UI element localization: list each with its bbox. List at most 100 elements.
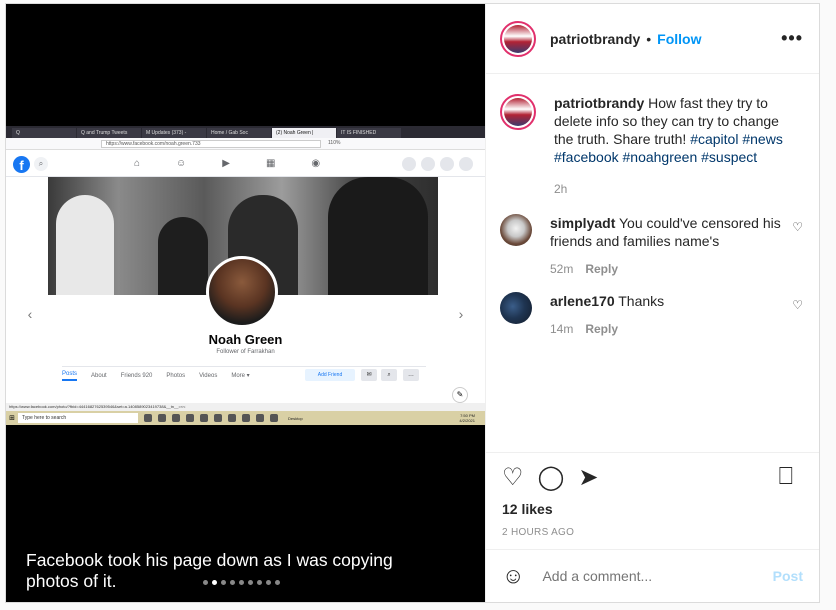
comment-age: 52m xyxy=(550,262,574,276)
like-comment-heart-icon[interactable]: ♡ xyxy=(792,214,803,278)
comment-username[interactable]: simplyadt xyxy=(550,215,615,231)
carousel-dot xyxy=(266,580,271,585)
flag-avatar-image xyxy=(504,98,532,126)
browser-status-url: https://www.facebook.com/photo/?fbid=444… xyxy=(6,403,485,411)
instagram-post-modal: Q Q and Trump Tweets M Updates (373) - H… xyxy=(5,3,820,603)
profile-tab: Photos xyxy=(166,372,186,379)
plus-icon xyxy=(402,157,416,171)
carousel-prev-button[interactable]: ‹ xyxy=(17,302,43,328)
browser-tab-active: (2) Noah Green | xyxy=(272,128,336,138)
taskbar-app-icon xyxy=(172,414,180,422)
post-media[interactable]: Q Q and Trump Tweets M Updates (373) - H… xyxy=(6,4,485,602)
facebook-nav-icons: ⌂ ☺ ▶ ▦ ◉ xyxy=(134,158,356,169)
watch-icon: ▶ xyxy=(222,158,230,169)
profile-tab: Videos xyxy=(199,372,218,379)
avatar[interactable] xyxy=(500,94,536,130)
facebook-logo-icon: f xyxy=(13,156,30,173)
browser-tab: M Updates (373) - xyxy=(142,128,206,138)
facebook-search-icon: ⌕ xyxy=(34,157,48,171)
browser-zoom: 110% xyxy=(328,140,341,146)
browser-tab: Home / Gab Soc xyxy=(207,128,271,138)
add-comment-bar: ☺ Post xyxy=(486,549,819,602)
home-icon: ⌂ xyxy=(134,158,141,169)
windows-start-icon: ⊞ xyxy=(9,415,15,422)
friends-icon: ☺ xyxy=(176,158,187,169)
facebook-more-button: … xyxy=(403,369,419,381)
groups-icon: ◉ xyxy=(311,158,321,169)
share-icon[interactable]: ➤ xyxy=(578,463,598,492)
carousel-indicator xyxy=(203,580,280,585)
post-username[interactable]: patriotbrandy xyxy=(550,31,640,47)
hashtag-link[interactable]: #news xyxy=(742,131,782,147)
comment-age: 14m xyxy=(550,322,574,336)
browser-tab-strip: Q Q and Trump Tweets M Updates (373) - H… xyxy=(6,126,485,138)
hashtag-link[interactable]: #facebook xyxy=(554,149,619,165)
comment-icon[interactable]: ◯ xyxy=(538,463,565,492)
comment-row: simplyadt You could've censored his frie… xyxy=(500,214,803,278)
reply-button[interactable]: Reply xyxy=(585,262,618,276)
post-actions: ♡ ◯ ➤ ⎕ 12 likes 2 HOURS AGO xyxy=(486,452,819,549)
action-icons: ♡ ◯ ➤ ⎕ xyxy=(502,463,803,491)
carousel-dot xyxy=(248,580,253,585)
browser-tab: Q and Trump Tweets xyxy=(77,128,141,138)
hashtag-link[interactable]: #noahgreen xyxy=(623,149,698,165)
caption-username[interactable]: patriotbrandy xyxy=(554,95,644,111)
heart-icon[interactable]: ♡ xyxy=(502,463,524,492)
avatar[interactable] xyxy=(500,292,532,324)
hashtag-link[interactable]: #suspect xyxy=(701,149,757,165)
taskbar-app-icon xyxy=(270,414,278,422)
post-side-panel: patriotbrandy • Follow ••• patriotbrandy… xyxy=(485,4,819,602)
comment-text: Thanks xyxy=(618,293,665,309)
more-options-icon[interactable]: ••• xyxy=(781,28,803,49)
post-comment-button[interactable]: Post xyxy=(773,568,803,584)
caption-time: 2h xyxy=(554,182,568,196)
taskbar-clock: 7:50 PM 4/2/2021 xyxy=(459,413,475,423)
taskbar-app-icon xyxy=(144,414,152,422)
profile-tab: About xyxy=(91,372,107,379)
like-comment-heart-icon[interactable]: ♡ xyxy=(792,292,803,338)
comment-meta: 52m Reply xyxy=(550,260,792,278)
separator-dot: • xyxy=(646,30,652,47)
facebook-profile-subtitle: Follower of Farrakhan xyxy=(216,349,275,355)
messenger-icon xyxy=(421,157,435,171)
carousel-dot xyxy=(212,580,217,585)
carousel-dot xyxy=(230,580,235,585)
browser-address-bar: https://www.facebook.com/noah.green.733 … xyxy=(6,138,485,150)
carousel-next-button[interactable]: › xyxy=(448,302,474,328)
avatar[interactable] xyxy=(500,214,532,246)
taskbar-app-icon xyxy=(256,414,264,422)
marketplace-icon: ▦ xyxy=(265,158,276,169)
likes-count[interactable]: 12 likes xyxy=(502,501,803,517)
add-comment-input[interactable] xyxy=(542,568,763,584)
windows-taskbar: ⊞ Type here to search Desktop 7:50 PM 4/… xyxy=(6,411,485,425)
taskbar-app-icon xyxy=(158,414,166,422)
account-menu-icon xyxy=(459,157,473,171)
cover-figure xyxy=(158,217,208,295)
comment-row: arlene170 Thanks 14m Reply ♡ xyxy=(500,292,803,338)
comment-body: arlene170 Thanks 14m Reply xyxy=(550,292,792,338)
follow-button[interactable]: Follow xyxy=(657,31,701,47)
taskbar-search: Type here to search xyxy=(18,413,138,423)
caption-body: patriotbrandy How fast they try to delet… xyxy=(554,94,796,198)
avatar[interactable] xyxy=(500,20,536,57)
comment-body: simplyadt You could've censored his frie… xyxy=(550,214,792,278)
comment-meta: 14m Reply xyxy=(550,320,792,338)
reply-button[interactable]: Reply xyxy=(585,322,618,336)
facebook-top-bar: f ⌕ ⌂ ☺ ▶ ▦ ◉ xyxy=(6,151,485,177)
profile-tab: Friends 920 xyxy=(120,372,153,379)
facebook-add-friend-button: Add Friend xyxy=(305,369,355,381)
carousel-dot xyxy=(275,580,280,585)
emoji-icon[interactable]: ☺ xyxy=(502,563,524,589)
facebook-account-icons xyxy=(402,157,473,171)
browser-url: https://www.facebook.com/noah.green.733 xyxy=(101,140,321,148)
taskbar-desktop-label: Desktop xyxy=(288,415,303,421)
bookmark-icon[interactable]: ⎕ xyxy=(779,463,793,491)
bell-icon xyxy=(440,157,454,171)
carousel-dot xyxy=(257,580,262,585)
taskbar-app-icon xyxy=(200,414,208,422)
facebook-search-button: ⌕ xyxy=(381,369,397,381)
comment-username[interactable]: arlene170 xyxy=(550,293,615,309)
hashtag-link[interactable]: #capitol xyxy=(690,131,738,147)
flag-avatar-image xyxy=(504,24,532,53)
browser-tab: Q xyxy=(12,128,76,138)
